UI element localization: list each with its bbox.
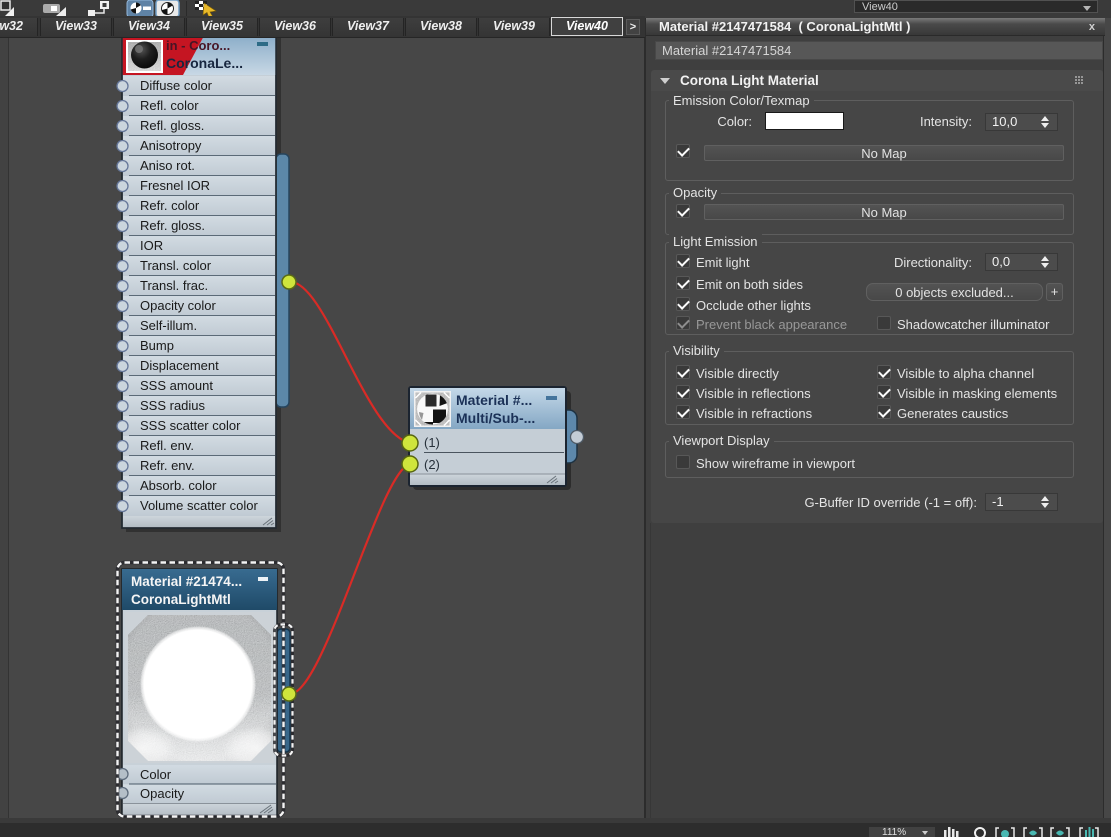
svg-text:CoronaLe...: CoronaLe... (166, 55, 243, 71)
svg-text:Refl. gloss.: Refl. gloss. (140, 118, 204, 133)
svg-text:Multi/Sub-...: Multi/Sub-... (456, 410, 535, 426)
svg-text:SSS amount: SSS amount (140, 378, 213, 393)
svg-text:Opacity color: Opacity color (140, 298, 217, 313)
svg-text:SSS radius: SSS radius (140, 398, 206, 413)
svg-text:SSS scatter color: SSS scatter color (140, 418, 241, 433)
svg-text:Material #...: Material #... (456, 392, 532, 408)
svg-text:(1): (1) (424, 435, 440, 450)
svg-text:Bump: Bump (140, 338, 174, 353)
svg-text:Displacement: Displacement (140, 358, 219, 373)
svg-text:CoronaLightMtl: CoronaLightMtl (131, 592, 231, 607)
svg-text:Refl. env.: Refl. env. (140, 438, 194, 453)
svg-text:Refr. env.: Refr. env. (140, 458, 195, 473)
svg-text:Opacity: Opacity (140, 786, 185, 801)
svg-text:Color: Color (140, 767, 172, 782)
svg-text:Material #21474...: Material #21474... (131, 574, 242, 589)
svg-text:IOR: IOR (140, 238, 163, 253)
svg-text:(2): (2) (424, 457, 440, 472)
svg-text:Volume scatter color: Volume scatter color (140, 498, 258, 513)
svg-text:Self-illum.: Self-illum. (140, 318, 197, 333)
svg-text:in - Coro...: in - Coro... (166, 38, 230, 53)
svg-text:Transl. frac.: Transl. frac. (140, 278, 208, 293)
svg-text:Refl. color: Refl. color (140, 98, 199, 113)
svg-text:Aniso rot.: Aniso rot. (140, 158, 195, 173)
svg-text:Refr. gloss.: Refr. gloss. (140, 218, 205, 233)
svg-text:Anisotropy: Anisotropy (140, 138, 202, 153)
svg-text:Absorb. color: Absorb. color (140, 478, 217, 493)
svg-text:Fresnel IOR: Fresnel IOR (140, 178, 210, 193)
svg-text:Diffuse color: Diffuse color (140, 78, 213, 93)
svg-text:Transl. color: Transl. color (140, 258, 212, 273)
svg-text:Refr. color: Refr. color (140, 198, 200, 213)
